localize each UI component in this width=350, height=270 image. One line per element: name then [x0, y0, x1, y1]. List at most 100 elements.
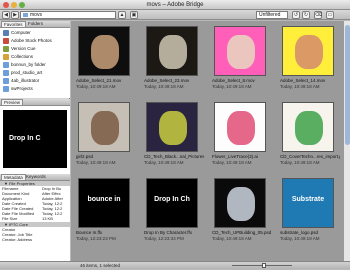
thumbnail-image[interactable]: Drop In Ch	[146, 178, 198, 228]
forward-button[interactable]: ▶	[11, 11, 19, 19]
vertical-scrollbar[interactable]	[343, 21, 350, 261]
left-panel: Favorites Folders Computer Adobe Stock P…	[0, 21, 70, 261]
thumbnail-image[interactable]	[146, 102, 198, 152]
thumbnail-caption: CD_Tech_Black...nal_Pictures2.psdToday, …	[144, 154, 204, 165]
thumbnail-caption: Adobe_Select_8.mov Today, 10:49:18 AM	[212, 78, 272, 89]
thumbnail-caption: Adobe_Select_23.mov Today, 10:49:18 AM	[144, 78, 204, 89]
metadata-row: File Size 13 KB	[0, 216, 70, 221]
favorite-label: prod_studio_art	[11, 70, 43, 75]
computer-icon	[3, 30, 9, 36]
favorites-list: Computer Adobe Stock Photos Version Cue …	[0, 28, 70, 98]
file-date: Today, 12:23:23 PM	[76, 235, 116, 241]
thumbnail-subject	[295, 35, 323, 69]
delete-button[interactable]: ⌫	[314, 11, 322, 19]
thumbnail-cell[interactable]: Adobe_Select_8.mov Today, 10:49:18 AM	[212, 24, 268, 96]
thumbnail-image[interactable]	[282, 26, 334, 76]
thumbnail-cell[interactable]: CD_Tech_Black...nal_Pictures2.psdToday, …	[144, 100, 204, 172]
rotate-right-button[interactable]: ↻	[302, 11, 310, 19]
folder-icon	[3, 86, 9, 92]
thumbnail-cell[interactable]: Adobe_Select_21.mov Today, 10:49:18 AM	[76, 24, 132, 96]
thumbnail-subject	[159, 35, 187, 69]
metadata-key: File Size	[2, 216, 18, 221]
preview-tabs: Preview	[0, 99, 70, 106]
thumbnail-subject	[159, 111, 187, 145]
scrollbar-thumb[interactable]	[345, 25, 350, 145]
toolbar: ◀ ▶ movs ▲ ▣ Unfiltered ↺ ↻ ⌫ ▭	[0, 10, 350, 20]
thumbnail-cell[interactable]: Substrate substrate_logo.psd Today, 10:49:…	[280, 176, 336, 248]
thumbnail-image[interactable]	[78, 26, 130, 76]
filter-dropdown[interactable]: Unfiltered	[256, 11, 288, 19]
preview-panel: Drop In C	[0, 106, 70, 174]
thumbnail-caption: substrate_logo.psd Today, 10:49:18 AM	[280, 230, 340, 241]
thumbnail-caption: CD_Tech_UPBuilding_05.psd Today, 10:49:18…	[212, 230, 272, 241]
file-date: Today, 12:23:34 PM	[144, 235, 184, 241]
favorite-label: Adobe Stock Photos	[11, 38, 52, 43]
title-bar: movs – Adobe Bridge	[0, 0, 350, 10]
rotate-left-button[interactable]: ↺	[292, 11, 300, 19]
thumbnail-image[interactable]	[214, 178, 266, 228]
thumbnail-cell[interactable]: CD_CoverTechn...res_import.psd Today, 10:…	[280, 100, 340, 172]
favorite-label: 4ab_illustrator	[11, 78, 40, 83]
thumbnail-image[interactable]	[78, 102, 130, 152]
favorite-label: swProjects	[11, 86, 33, 91]
thumbnail-image[interactable]	[214, 102, 266, 152]
favorite-item[interactable]: Version Cue	[1, 45, 69, 53]
thumbnail-image[interactable]: bounce in	[78, 178, 130, 228]
favorite-label: bonnun_by folder	[11, 62, 46, 67]
thumbnail-size-slider-knob[interactable]	[262, 263, 266, 268]
file-date: Today, 10:49:18 AM	[76, 83, 116, 89]
file-date: Today, 10:49:18 AM	[212, 159, 252, 165]
file-date: Today, 10:49:18 AM	[280, 83, 320, 89]
thumbnail-cell[interactable]: girl2.psd Today, 10:49:18 AM	[76, 100, 132, 172]
favorite-item[interactable]: 4ab_illustrator	[1, 77, 69, 85]
tab-favorites[interactable]: Favorites	[1, 21, 26, 27]
thumbnail-caption: Adobe_Select_21.mov Today, 10:49:18 AM	[76, 78, 136, 89]
metadata-tabs: Metadata Keywords	[0, 174, 70, 181]
thumbnail-cell[interactable]: Adobe_Select_14.mov Today, 10:49:18 AM	[280, 24, 336, 96]
favorite-item[interactable]: Adobe Stock Photos	[1, 37, 69, 45]
switch-mode-button[interactable]: ▭	[326, 11, 334, 19]
thumbnail-image[interactable]: Substrate	[282, 178, 334, 228]
thumbnail-caption: Flower_LiveTrace(3).ai Today, 10:49:18 AM	[212, 154, 272, 165]
file-date: Today, 10:49:18 AM	[280, 159, 320, 165]
thumbnail-caption: CD_CoverTechn...res_import.psd Today, 10:…	[280, 154, 340, 165]
favorite-item[interactable]: Collections	[1, 53, 69, 61]
tab-keywords[interactable]: Keywords	[24, 174, 48, 180]
back-button[interactable]: ◀	[2, 11, 10, 19]
path-label: movs	[30, 12, 42, 18]
favorite-item[interactable]: bonnun_by folder	[1, 61, 69, 69]
status-bar: 46 items, 1 selected	[0, 261, 350, 269]
thumbnail-subject	[227, 187, 255, 221]
go-up-button[interactable]: ▲	[118, 11, 126, 19]
folder-icon	[3, 70, 9, 76]
path-dropdown[interactable]: movs	[20, 11, 116, 19]
folder-icon	[23, 13, 28, 17]
thumbnail-image[interactable]	[146, 26, 198, 76]
tab-preview[interactable]: Preview	[1, 99, 24, 105]
file-date: Today, 10:49:18 AM	[280, 235, 320, 241]
thumbnail-image[interactable]	[214, 26, 266, 76]
favorite-label: Version Cue	[11, 46, 36, 51]
thumbnail-cell[interactable]: Flower_LiveTrace(3).ai Today, 10:49:18 AM	[212, 100, 268, 172]
thumbnail-caption: girl2.psd Today, 10:49:18 AM	[76, 154, 136, 165]
folder-icon	[3, 62, 9, 68]
favorite-item[interactable]: Computer	[1, 29, 69, 37]
file-name: CD_Tech_Black...nal_Pictures2.psd	[144, 154, 204, 159]
thumbnail-cell[interactable]: CD_Tech_UPBuilding_05.psd Today, 10:49:18…	[212, 176, 271, 248]
thumbnail-text: Substrate	[291, 196, 325, 203]
favorite-item[interactable]: prod_studio_art	[1, 69, 69, 77]
thumbnail-caption: Bounce In.ffx Today, 12:23:23 PM	[76, 230, 136, 241]
tab-metadata[interactable]: Metadata	[1, 174, 26, 180]
favorite-item[interactable]: swProjects	[1, 85, 69, 93]
thumbnail-cell[interactable]: Drop In Ch Drop In By Character.ffx Today,…	[144, 176, 200, 248]
file-name: CD_CoverTechn...res_import.psd	[280, 154, 340, 159]
thumbnail-text: bounce in	[87, 196, 121, 203]
thumbnail-text: Drop In Ch	[154, 196, 190, 203]
thumbnail-cell[interactable]: bounce in Bounce In.ffx Today, 12:23:23 PM	[76, 176, 132, 248]
file-date: Today, 10:49:18 AM	[212, 235, 252, 241]
thumbnail-image[interactable]	[282, 102, 334, 152]
metadata-panel: ▼ File Properties Filename Drop In Bu Doc…	[0, 181, 70, 261]
thumbnail-cell[interactable]: Adobe_Select_23.mov Today, 10:49:18 AM	[144, 24, 200, 96]
tab-folders[interactable]: Folders	[26, 21, 45, 27]
get-photos-button[interactable]: ▣	[130, 11, 138, 19]
